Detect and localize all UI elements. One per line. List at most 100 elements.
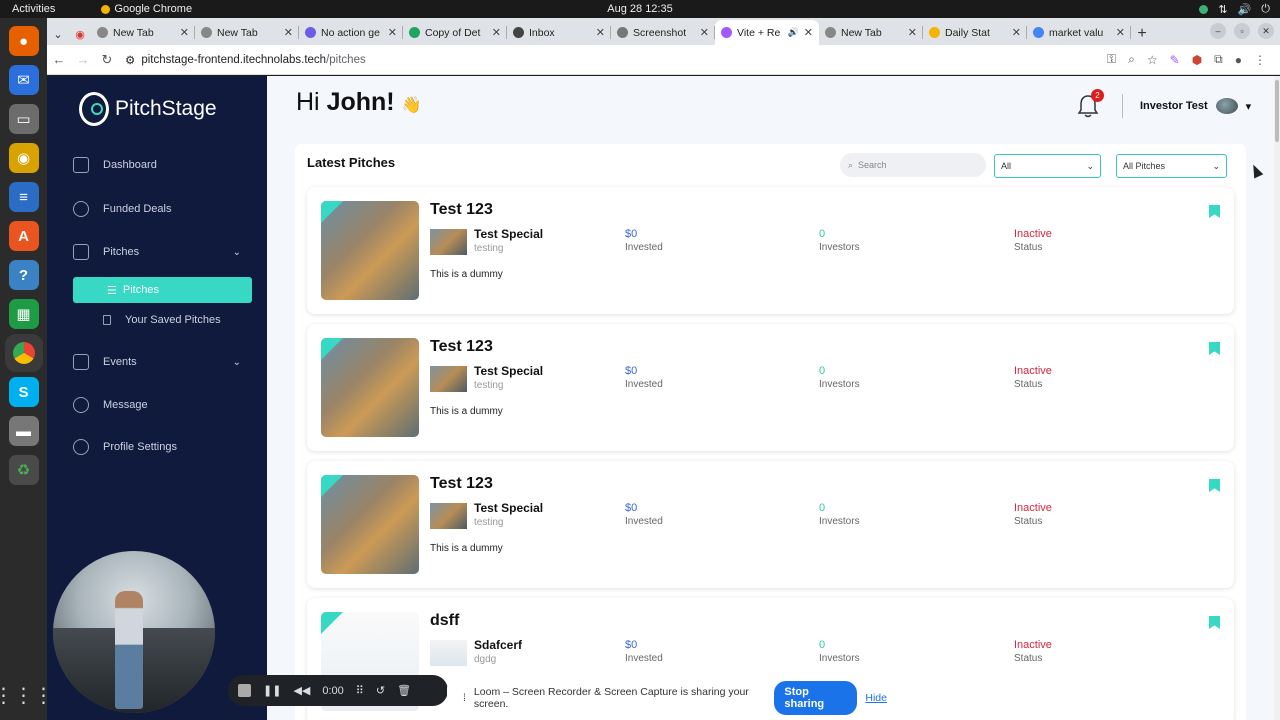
thunderbird-icon[interactable]: ✉ (8, 65, 39, 95)
software-icon[interactable]: A (8, 221, 39, 251)
extension-badge-icon[interactable]: ⬢ (1192, 53, 1202, 67)
extensions-puzzle-icon[interactable]: ⧉ (1214, 52, 1223, 67)
rewind-icon[interactable]: ◀◀ (293, 684, 310, 697)
pitch-title[interactable]: Test 123 (430, 338, 493, 356)
close-icon[interactable]: ✕ (596, 26, 605, 39)
bookmark-star-icon[interactable]: ☆ (1147, 53, 1158, 67)
sidebar-subitem-saved-pitches[interactable]: Your Saved Pitches (103, 307, 283, 333)
ssd-icon[interactable]: ▬ (8, 416, 39, 446)
profile-avatar-icon[interactable]: ● (1235, 53, 1242, 67)
pitch-card[interactable]: Test 123 Test Special testing This is a … (307, 324, 1234, 451)
delete-icon[interactable]: 🗑 (397, 684, 411, 697)
firefox-icon[interactable]: ● (8, 26, 39, 56)
tab-label: Screenshot (633, 26, 687, 39)
sidebar-item-dashboard[interactable]: Dashboard (73, 152, 253, 178)
back-icon[interactable]: ← (47, 52, 71, 67)
sidebar-item-events[interactable]: Events ⌄ (73, 349, 253, 375)
pitch-card[interactable]: Test 123 Test Special testing This is a … (307, 187, 1234, 314)
trash-icon[interactable]: ♻ (8, 455, 39, 485)
minimize-icon[interactable]: – (1210, 23, 1226, 39)
password-key-icon[interactable]: ⚿ (1107, 52, 1116, 67)
audio-icon[interactable]: 🔊 (788, 27, 799, 38)
close-icon[interactable]: ✕ (908, 26, 917, 39)
sidebar-subitem-pitches[interactable]: ☰ Pitches (73, 277, 252, 303)
user-menu[interactable]: Investor Test ▾ (1140, 98, 1251, 114)
tab-search-icon[interactable]: ⌄ (47, 23, 69, 45)
hide-button[interactable]: Hide (865, 692, 887, 704)
site-info-icon[interactable]: ⚙ (125, 53, 135, 67)
help-icon[interactable]: ? (8, 260, 39, 290)
restart-icon[interactable]: ↺ (376, 684, 385, 697)
tab[interactable]: market valu ✕ (1027, 20, 1131, 45)
skype-icon[interactable]: S (8, 377, 39, 407)
close-icon[interactable]: ✕ (180, 26, 189, 39)
activities-button[interactable]: Activities (12, 3, 55, 15)
webcam-bubble[interactable] (53, 551, 215, 713)
pitch-card[interactable]: Test 123 Test Special testing This is a … (307, 461, 1234, 588)
tab-label: Daily Stat (945, 26, 990, 39)
reload-icon[interactable]: ↻ (95, 52, 119, 68)
app-menu[interactable]: Google Chrome (101, 3, 192, 15)
stop-recording-icon[interactable] (238, 684, 251, 697)
sidebar-item-message[interactable]: Message (73, 392, 253, 418)
pitch-type-filter-select[interactable]: All Pitches ⌄ (1116, 154, 1227, 178)
system-tray[interactable]: ⇅ 🔊 ⏻ (1199, 3, 1270, 16)
close-icon[interactable]: ✕ (284, 26, 293, 39)
chrome-menu-icon[interactable]: ⋮ (1254, 53, 1266, 67)
clock[interactable]: Aug 28 12:35 (607, 3, 672, 15)
rhythmbox-icon[interactable]: ◉ (8, 143, 39, 173)
sidebar-item-funded-deals[interactable]: Funded Deals (73, 196, 253, 222)
tab[interactable]: New Tab ✕ (91, 20, 195, 45)
volume-icon: 🔊 (1237, 3, 1252, 16)
status-label: Status (1014, 379, 1043, 390)
writer-icon[interactable]: ≡ (8, 182, 39, 212)
url-host: pitchstage-frontend.itechnolabs.tech (141, 53, 327, 66)
tab[interactable]: Inbox ✕ (507, 20, 611, 45)
zoom-icon[interactable]: ⌕ (1128, 52, 1135, 67)
tab-active[interactable]: Vite + Re 🔊 ✕ (715, 20, 819, 45)
new-tab-button[interactable]: + (1131, 23, 1153, 45)
status-filter-select[interactable]: All ⌄ (994, 154, 1101, 178)
bookmark-icon[interactable] (1209, 342, 1220, 355)
recording-timer: 0:00 (322, 684, 344, 697)
sidebar-item-pitches[interactable]: Pitches ⌄ (73, 239, 253, 265)
url-field[interactable]: ⚙ pitchstage-frontend.itechnolabs.tech/p… (125, 53, 366, 67)
sidebar-item-profile-settings[interactable]: Profile Settings (73, 434, 253, 460)
notifications-button[interactable]: 2 (1077, 89, 1104, 118)
close-icon[interactable]: ✕ (804, 26, 813, 39)
close-icon[interactable]: ✕ (492, 26, 501, 39)
stop-sharing-button[interactable]: Stop sharing (774, 681, 858, 715)
files-icon[interactable]: ▭ (8, 104, 39, 134)
pitch-title[interactable]: dsff (430, 612, 459, 630)
forward-icon[interactable]: → (71, 52, 95, 67)
pen-extension-icon[interactable]: ✎ (1170, 53, 1180, 67)
pause-icon[interactable]: ❚❚ (263, 684, 281, 697)
company-logo (430, 640, 467, 666)
tab[interactable]: New Tab ✕ (819, 20, 923, 45)
brand-logo[interactable]: PitchStage (79, 92, 217, 126)
tab[interactable]: Screenshot ✕ (611, 20, 715, 45)
search-input[interactable]: ⌕ Search (840, 153, 986, 177)
tab[interactable]: No action ge ✕ (299, 20, 403, 45)
close-icon[interactable]: ✕ (1116, 26, 1125, 39)
page-scrollbar[interactable] (1274, 76, 1280, 720)
tab[interactable]: Copy of Det ✕ (403, 20, 507, 45)
tab[interactable]: New Tab ✕ (195, 20, 299, 45)
bookmark-icon[interactable] (1209, 205, 1220, 218)
bookmark-icon[interactable] (1209, 479, 1220, 492)
restore-icon[interactable]: ▫ (1234, 23, 1250, 39)
close-icon[interactable]: ✕ (388, 26, 397, 39)
scrollbar-thumb[interactable] (1275, 80, 1279, 142)
pitch-title[interactable]: Test 123 (430, 201, 493, 219)
drag-handle-icon[interactable]: ⠿ (356, 684, 364, 697)
close-window-icon[interactable]: ✕ (1258, 23, 1274, 39)
chrome-dock-icon[interactable] (8, 338, 39, 368)
calc-icon[interactable]: ▦ (8, 299, 39, 329)
pitch-title[interactable]: Test 123 (430, 475, 493, 493)
bookmark-icon[interactable] (1209, 616, 1220, 629)
tab[interactable]: Daily Stat ✕ (923, 20, 1027, 45)
tab-favicon-icon (825, 27, 836, 38)
close-icon[interactable]: ✕ (1012, 26, 1021, 39)
show-apps-icon[interactable]: ⋮⋮⋮ (0, 683, 54, 708)
close-icon[interactable]: ✕ (700, 26, 709, 39)
